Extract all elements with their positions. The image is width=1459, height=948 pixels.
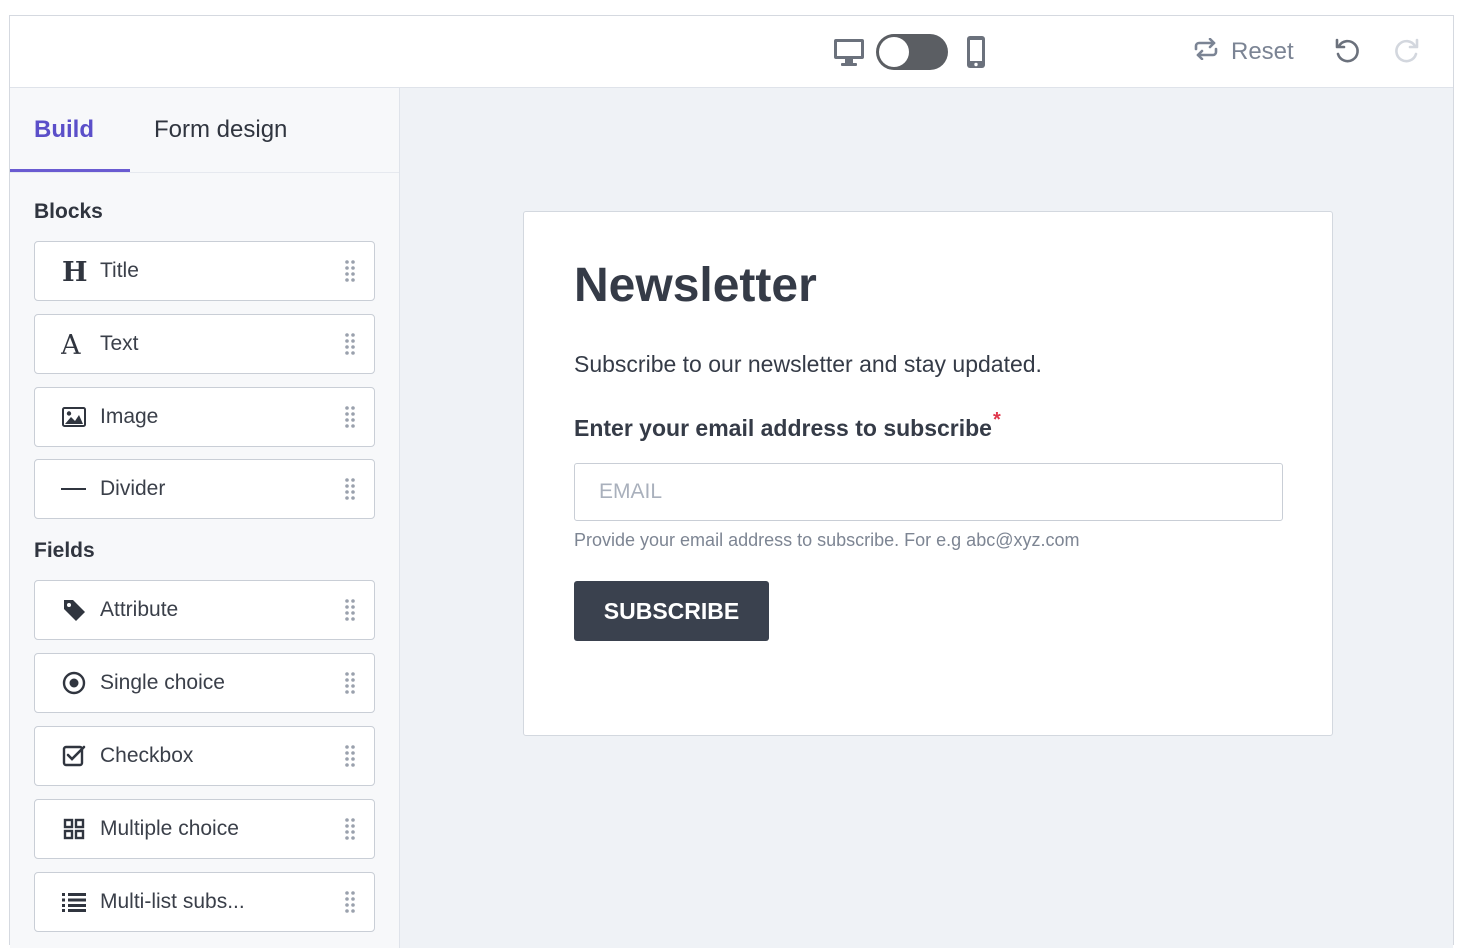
field-single-choice[interactable]: Single choice — [34, 653, 375, 713]
drag-handle-icon[interactable] — [344, 744, 356, 768]
reset-button[interactable]: Reset — [1193, 34, 1294, 70]
top-toolbar: Reset — [10, 16, 1453, 88]
form-title[interactable]: Newsletter — [574, 258, 817, 313]
field-label: Attribute — [100, 598, 179, 621]
required-mark: * — [992, 409, 1001, 431]
desktop-icon[interactable] — [833, 36, 865, 68]
drag-handle-icon[interactable] — [344, 671, 356, 695]
form-subtitle[interactable]: Subscribe to our newsletter and stay upd… — [574, 351, 1042, 378]
svg-text:H: H — [62, 258, 87, 284]
image-icon — [61, 404, 87, 430]
field-label: Checkbox — [100, 744, 194, 767]
heading-icon: H — [61, 258, 87, 284]
mobile-icon[interactable] — [965, 34, 987, 70]
form-canvas: Newsletter Subscribe to our newsletter a… — [400, 88, 1453, 948]
reset-label: Reset — [1231, 38, 1294, 65]
block-label: Divider — [100, 477, 166, 500]
sidebar-tabs: Build Form design — [10, 88, 399, 173]
field-label: Multiple choice — [100, 817, 239, 840]
email-field[interactable] — [574, 463, 1283, 521]
tag-icon — [61, 597, 87, 623]
block-image[interactable]: Image — [34, 387, 375, 447]
sidebar: Build Form design Blocks H Title A Text … — [10, 88, 400, 948]
undo-icon[interactable] — [1332, 36, 1362, 66]
drag-handle-icon[interactable] — [344, 890, 356, 914]
subscribe-button[interactable]: SUBSCRIBE — [574, 581, 769, 641]
block-label: Title — [100, 259, 139, 282]
email-field-label[interactable]: Enter your email address to subscribe* — [574, 409, 1001, 442]
blocks-section-title: Blocks — [34, 200, 103, 223]
drag-handle-icon[interactable] — [344, 332, 356, 356]
drag-handle-icon[interactable] — [344, 259, 356, 283]
block-text[interactable]: A Text — [34, 314, 375, 374]
redo-icon[interactable] — [1392, 36, 1422, 66]
drag-handle-icon[interactable] — [344, 817, 356, 841]
field-attribute[interactable]: Attribute — [34, 580, 375, 640]
drag-handle-icon[interactable] — [344, 598, 356, 622]
text-icon: A — [61, 331, 87, 357]
field-label: Multi-list subs... — [100, 890, 245, 913]
checkbox-icon — [61, 743, 87, 769]
radio-icon — [61, 670, 87, 696]
editor-window: Reset Build Form design Blocks H Title A… — [9, 15, 1454, 948]
field-multi-list-subscription[interactable]: Multi-list subs... — [34, 872, 375, 932]
block-title[interactable]: H Title — [34, 241, 375, 301]
newsletter-form-card[interactable]: Newsletter Subscribe to our newsletter a… — [523, 211, 1333, 736]
field-multiple-choice[interactable]: Multiple choice — [34, 799, 375, 859]
divider-icon — [61, 476, 87, 502]
email-help-text: Provide your email address to subscribe.… — [574, 530, 1080, 550]
drag-handle-icon[interactable] — [344, 405, 356, 429]
toggle-knob — [879, 37, 909, 67]
reset-icon — [1193, 37, 1219, 67]
svg-text:A: A — [61, 331, 81, 357]
field-checkbox[interactable]: Checkbox — [34, 726, 375, 786]
drag-handle-icon[interactable] — [344, 477, 356, 501]
fields-section-title: Fields — [34, 539, 95, 562]
email-label-text: Enter your email address to subscribe — [574, 415, 992, 441]
active-tab-indicator — [10, 169, 130, 172]
view-toggle[interactable] — [876, 34, 948, 70]
block-label: Text — [100, 332, 139, 355]
field-label: Single choice — [100, 671, 225, 694]
block-divider[interactable]: Divider — [34, 459, 375, 519]
tab-build[interactable]: Build — [34, 116, 94, 144]
grid-icon — [61, 816, 87, 842]
block-label: Image — [100, 405, 159, 428]
tab-form-design[interactable]: Form design — [154, 116, 287, 144]
list-icon — [61, 889, 87, 915]
